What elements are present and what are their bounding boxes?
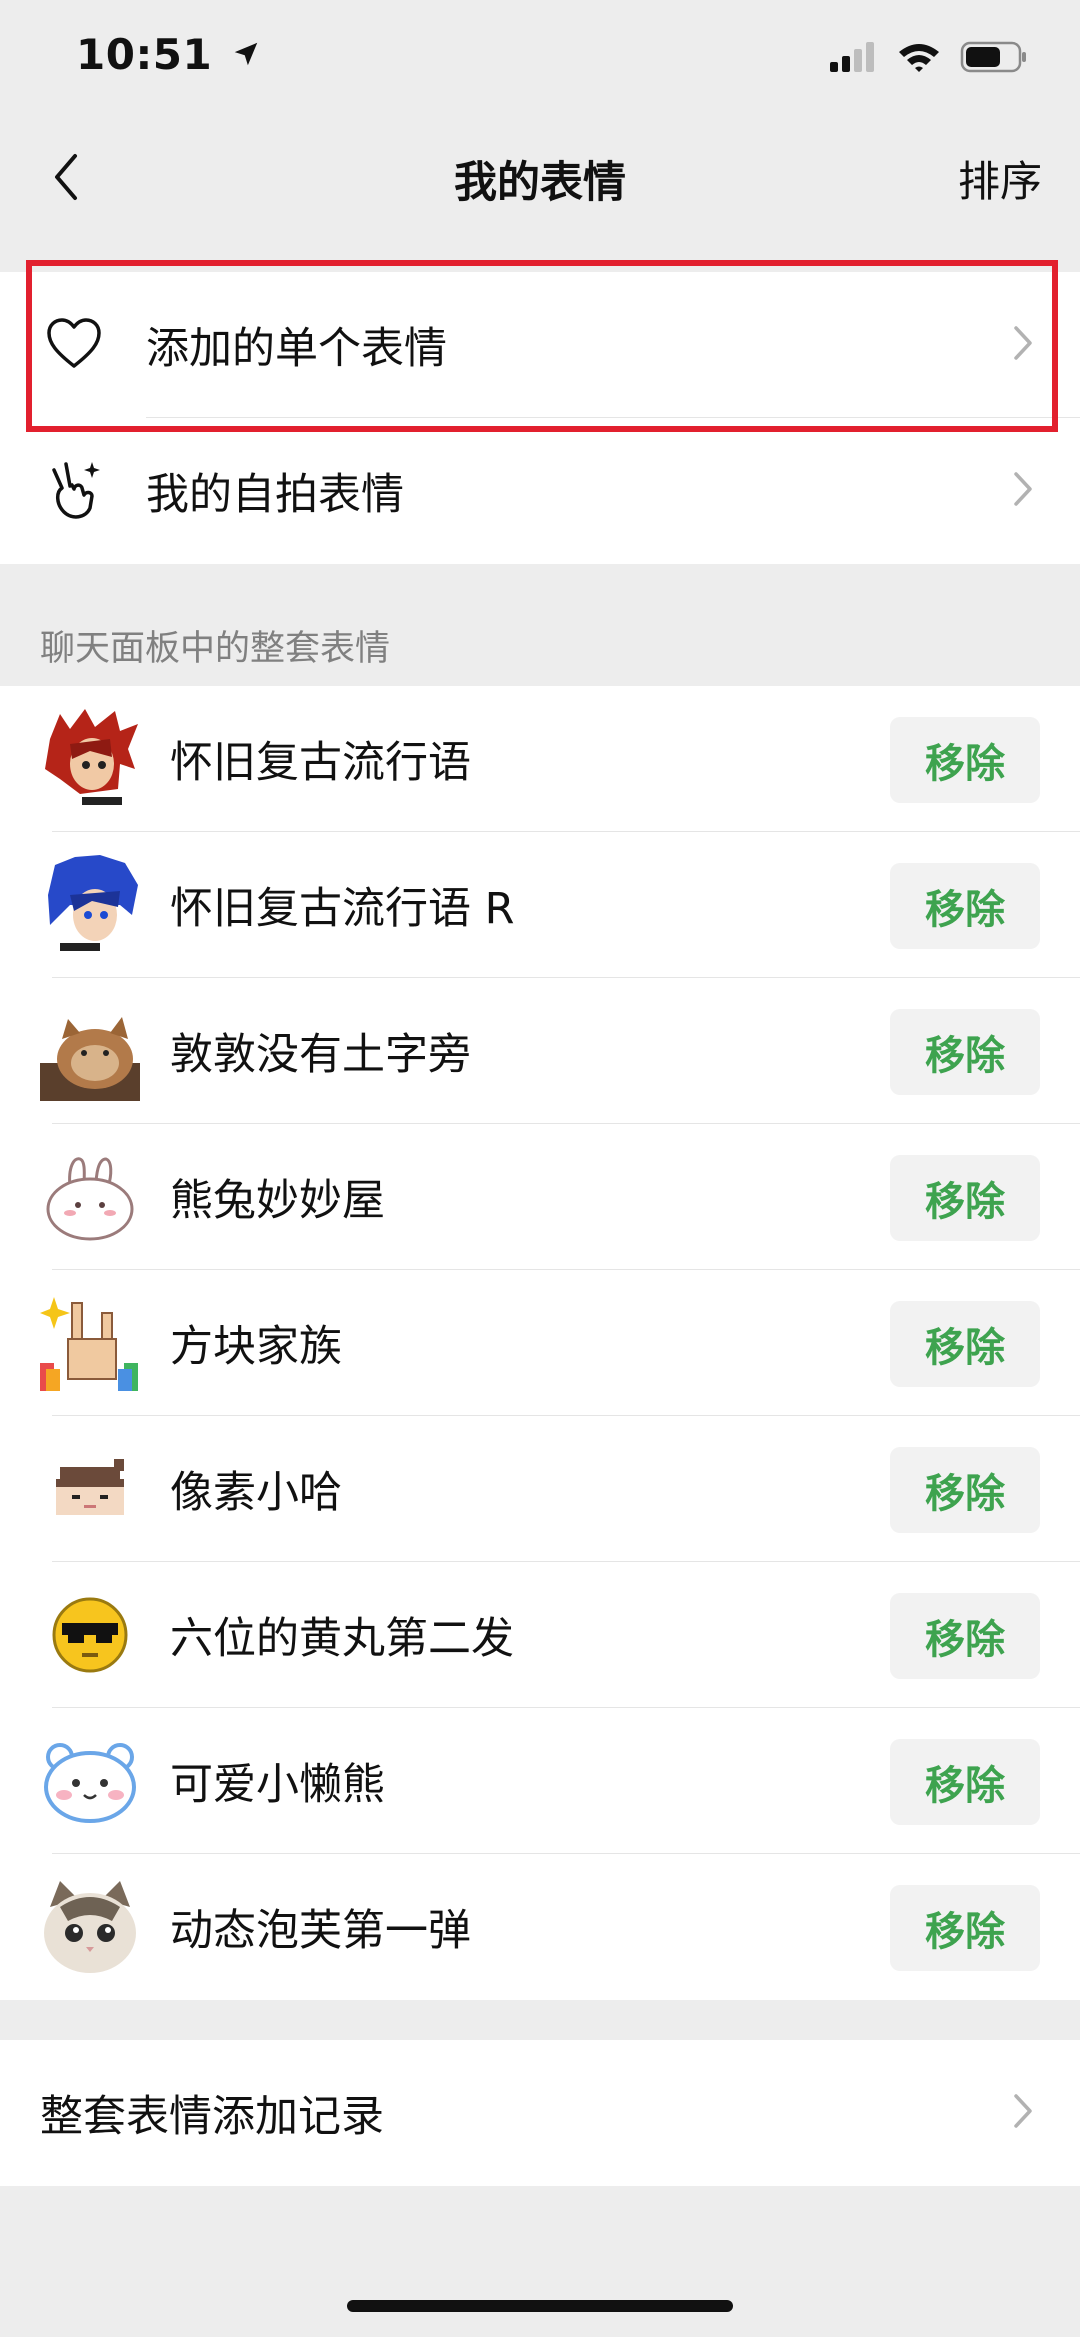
nav-bar: 我的表情 排序	[0, 120, 1080, 230]
remove-button[interactable]: 移除	[890, 1885, 1040, 1971]
remove-button[interactable]: 移除	[890, 1593, 1040, 1679]
page-title: 我的表情	[454, 158, 626, 208]
location-arrow-icon	[231, 30, 261, 79]
sticker-pack-list: 怀旧复古流行语 移除 怀旧复古流行语 R 移除 敦敦没有土字旁 移除 熊兔妙妙屋…	[0, 686, 1080, 2000]
wifi-icon	[899, 44, 939, 72]
remove-button[interactable]: 移除	[890, 1447, 1040, 1533]
white-bunny	[40, 1147, 140, 1247]
menu-item-label: 我的自拍表情	[146, 470, 404, 520]
menu-item-add-history[interactable]: 整套表情添加记录	[0, 2040, 1080, 2186]
list-item: 可爱小懒熊 移除	[0, 1708, 1080, 1854]
remove-button[interactable]: 移除	[890, 1155, 1040, 1241]
list-item: 像素小哈 移除	[0, 1416, 1080, 1562]
list-item: 怀旧复古流行语 移除	[0, 686, 1080, 832]
tabby-cat-face	[40, 1877, 140, 1977]
home-indicator	[347, 2300, 733, 2312]
status-time: 10:51	[76, 30, 261, 79]
remove-button[interactable]: 移除	[890, 1009, 1040, 1095]
pack-name: 可爱小懒熊	[170, 1760, 385, 1810]
pack-name: 怀旧复古流行语 R	[170, 884, 515, 934]
status-icons	[828, 40, 1028, 74]
pack-name: 动态泡芙第一弹	[170, 1906, 471, 1956]
remove-button[interactable]: 移除	[890, 1301, 1040, 1387]
chevron-right-icon	[1012, 470, 1034, 512]
menu-item-selfie-stickers[interactable]: 我的自拍表情	[0, 418, 1080, 564]
list-item: 敦敦没有土字旁 移除	[0, 978, 1080, 1124]
pack-name: 像素小哈	[170, 1468, 342, 1518]
menu-item-label: 整套表情添加记录	[40, 2092, 384, 2142]
section-header: 聊天面板中的整套表情	[40, 629, 391, 669]
selfie-hand-icon	[48, 458, 104, 526]
pack-name: 方块家族	[170, 1322, 342, 1372]
blue-hair-anime-avatar	[40, 855, 140, 955]
pixel-girl-face	[40, 1439, 140, 1539]
top-menu-group: 添加的单个表情 我的自拍表情	[0, 272, 1080, 564]
menu-item-single-stickers[interactable]: 添加的单个表情	[0, 272, 1080, 418]
sort-button[interactable]: 排序	[958, 148, 1042, 209]
pack-name: 怀旧复古流行语	[170, 738, 471, 788]
cellular-signal-icon	[830, 42, 874, 72]
remove-button[interactable]: 移除	[890, 717, 1040, 803]
heart-icon	[46, 318, 102, 374]
chevron-right-icon	[1012, 324, 1034, 366]
pixel-rock-hand	[40, 1293, 140, 1393]
chevron-right-icon	[1012, 2092, 1034, 2134]
pixel-yellow-face-sunglasses	[40, 1585, 140, 1685]
status-bar: 10:51	[0, 0, 1080, 120]
pack-name: 六位的黄丸第二发	[170, 1614, 514, 1664]
list-item: 六位的黄丸第二发 移除	[0, 1562, 1080, 1708]
list-item: 方块家族 移除	[0, 1270, 1080, 1416]
battery-icon	[960, 41, 1026, 73]
list-item: 动态泡芙第一弹 移除	[0, 1854, 1080, 2000]
red-hair-anime-avatar	[40, 709, 140, 809]
remove-button[interactable]: 移除	[890, 1739, 1040, 1825]
blue-bear-face	[40, 1731, 140, 1831]
pack-name: 敦敦没有土字旁	[170, 1030, 471, 1080]
pack-name: 熊兔妙妙屋	[170, 1176, 385, 1226]
brown-cat-photo	[40, 1001, 140, 1101]
list-item: 熊兔妙妙屋 移除	[0, 1124, 1080, 1270]
list-item: 怀旧复古流行语 R 移除	[0, 832, 1080, 978]
time-text: 10:51	[76, 30, 213, 79]
menu-item-label: 添加的单个表情	[146, 324, 447, 374]
remove-button[interactable]: 移除	[890, 863, 1040, 949]
footer-group: 整套表情添加记录	[0, 2040, 1080, 2186]
